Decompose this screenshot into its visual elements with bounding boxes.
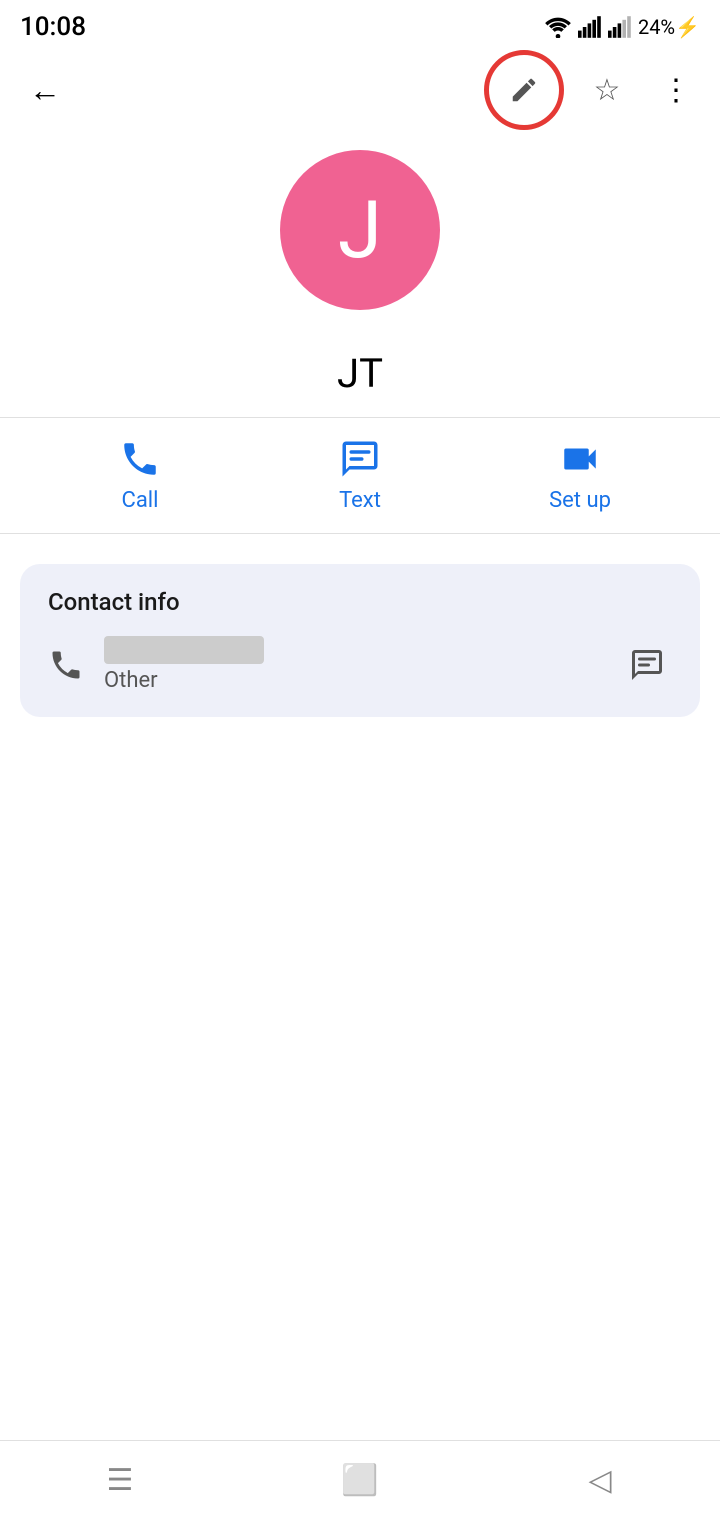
avatar: J [280, 150, 440, 310]
menu-icon: ☰ [107, 1463, 134, 1498]
wifi-icon [544, 16, 572, 38]
phone-row-left: Other [48, 636, 264, 693]
message-button[interactable] [622, 640, 672, 690]
avatar-section: J [0, 130, 720, 320]
app-bar-left: ← [20, 65, 70, 115]
pencil-icon [509, 75, 539, 105]
battery-text: 24%⚡ [638, 15, 700, 39]
text-action[interactable]: Text [300, 438, 420, 513]
back-button[interactable]: ← [20, 65, 70, 115]
app-bar: ← ☆ ⋮ [0, 50, 720, 130]
contact-info-card: Contact info Other [20, 564, 700, 717]
signal-icon-1 [578, 16, 602, 38]
contact-info-title: Contact info [48, 588, 672, 616]
phone-icon [48, 647, 84, 683]
nav-back-button[interactable]: ◁ [560, 1451, 640, 1511]
call-label: Call [122, 488, 159, 513]
setup-label: Set up [549, 488, 611, 513]
nav-back-icon: ◁ [588, 1463, 611, 1498]
phone-label: Other [104, 668, 264, 693]
message-icon [629, 647, 665, 683]
back-arrow-icon: ← [29, 71, 61, 109]
nav-home-button[interactable]: ⬜ [320, 1451, 400, 1511]
more-icon: ⋮ [661, 73, 689, 108]
text-icon [339, 438, 381, 480]
star-icon: ☆ [594, 73, 621, 108]
divider-bottom [0, 533, 720, 534]
status-time: 10:08 [20, 12, 86, 42]
contact-name: JT [337, 350, 383, 397]
favorite-button[interactable]: ☆ [582, 65, 632, 115]
text-label: Text [339, 488, 381, 513]
status-bar: 10:08 24%⚡ [0, 0, 720, 50]
call-action[interactable]: Call [80, 438, 200, 513]
action-row: Call Text Set up [0, 418, 720, 533]
video-icon [559, 438, 601, 480]
app-bar-right: ☆ ⋮ [484, 50, 700, 130]
home-icon: ⬜ [341, 1463, 378, 1498]
signal-icon-2 [608, 16, 632, 38]
more-options-button[interactable]: ⋮ [650, 65, 700, 115]
phone-row: Other [48, 636, 672, 693]
nav-menu-button[interactable]: ☰ [80, 1451, 160, 1511]
edit-button[interactable] [499, 65, 549, 115]
phone-info: Other [104, 636, 264, 693]
phone-number-blurred [104, 636, 264, 664]
status-icons: 24%⚡ [544, 15, 700, 39]
nav-bar: ☰ ⬜ ◁ [0, 1440, 720, 1520]
call-icon [119, 438, 161, 480]
contact-name-section: JT [0, 320, 720, 417]
avatar-letter: J [338, 183, 382, 277]
setup-action[interactable]: Set up [520, 438, 640, 513]
edit-button-wrapper [484, 50, 564, 130]
